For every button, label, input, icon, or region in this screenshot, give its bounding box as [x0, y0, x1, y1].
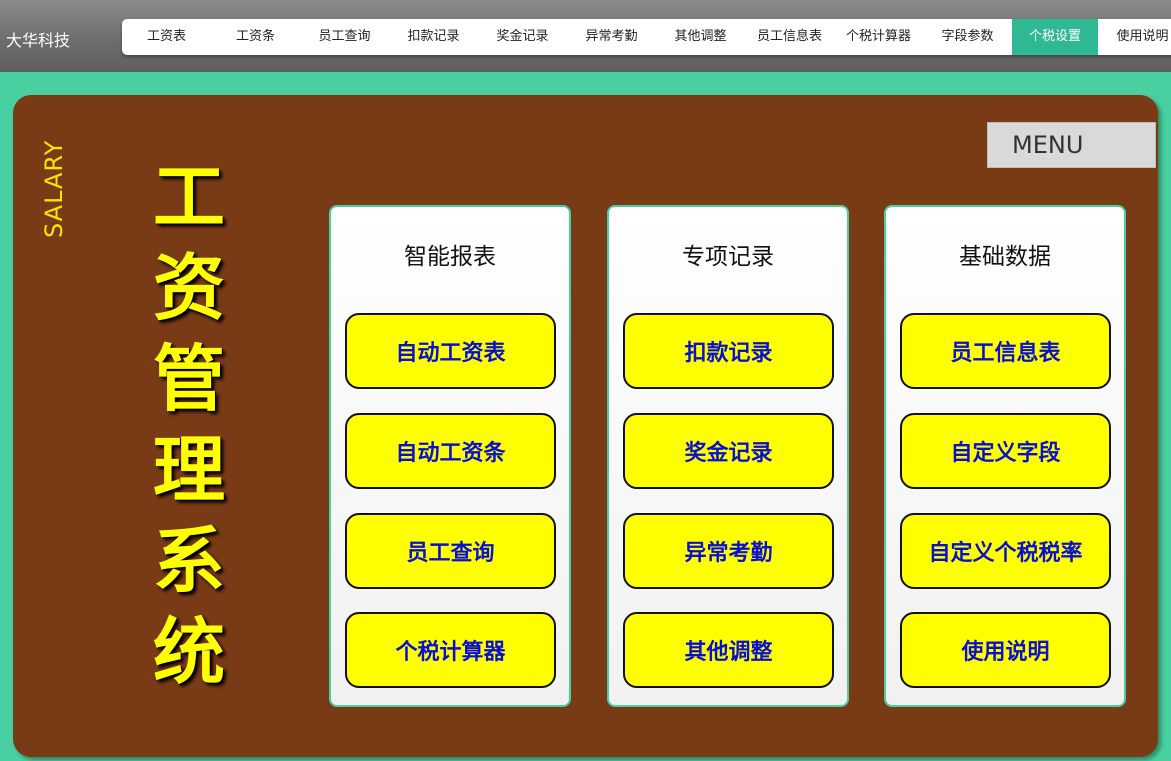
tab-employee-info[interactable]: 员工信息表 [745, 19, 834, 55]
column-title: 智能报表 [404, 244, 496, 270]
top-bar: 大华科技 工资表 工资条 员工查询 扣款记录 奖金记录 异常考勤 其他调整 员工… [0, 0, 1171, 72]
brand-name: 大华科技 [6, 31, 71, 50]
employee-info-button[interactable]: 员工信息表 [900, 313, 1111, 389]
title-char: 统 [152, 610, 225, 694]
employee-query-button[interactable]: 员工查询 [345, 513, 556, 589]
column-special-records: 专项记录 扣款记录 奖金记录 异常考勤 其他调整 [607, 205, 849, 707]
salary-label: SALARY [40, 139, 68, 238]
deduction-records-button[interactable]: 扣款记录 [623, 313, 834, 389]
column-smart-reports: 智能报表 自动工资表 自动工资条 员工查询 个税计算器 [329, 205, 571, 707]
title-char: 系 [152, 519, 225, 603]
instructions-button[interactable]: 使用说明 [900, 612, 1111, 688]
tab-field-parameters[interactable]: 字段参数 [923, 19, 1012, 55]
menu-button[interactable]: MENU [987, 122, 1156, 168]
tab-instructions[interactable]: 使用说明 [1098, 19, 1171, 55]
tab-other-adjustments[interactable]: 其他调整 [656, 19, 745, 55]
tab-deduction-records[interactable]: 扣款记录 [389, 19, 478, 55]
tax-calculator-button[interactable]: 个税计算器 [345, 612, 556, 688]
tab-tax-settings[interactable]: 个税设置 [1012, 19, 1098, 55]
system-title: 工 资 管 理 系 统 [146, 152, 232, 698]
column-basic-data: 基础数据 员工信息表 自定义字段 自定义个税税率 使用说明 [884, 205, 1126, 707]
tab-payslip[interactable]: 工资条 [211, 19, 300, 55]
column-title: 专项记录 [682, 244, 774, 270]
tab-salary-table[interactable]: 工资表 [122, 19, 211, 55]
tab-bonus-records[interactable]: 奖金记录 [478, 19, 567, 55]
column-title: 基础数据 [959, 244, 1051, 270]
other-adjustments-button[interactable]: 其他调整 [623, 612, 834, 688]
tab-tax-calculator[interactable]: 个税计算器 [834, 19, 923, 55]
bonus-records-button[interactable]: 奖金记录 [623, 413, 834, 489]
tab-employee-query[interactable]: 员工查询 [300, 19, 389, 55]
abnormal-attendance-button[interactable]: 异常考勤 [623, 513, 834, 589]
tab-abnormal-attendance[interactable]: 异常考勤 [567, 19, 656, 55]
auto-salary-table-button[interactable]: 自动工资表 [345, 313, 556, 389]
title-char: 资 [152, 246, 225, 330]
title-char: 工 [152, 155, 225, 239]
custom-tax-rate-button[interactable]: 自定义个税税率 [900, 513, 1111, 589]
custom-fields-button[interactable]: 自定义字段 [900, 413, 1111, 489]
title-char: 管 [152, 337, 225, 421]
title-char: 理 [152, 428, 225, 512]
nav-tabs: 工资表 工资条 员工查询 扣款记录 奖金记录 异常考勤 其他调整 员工信息表 个… [122, 19, 1171, 55]
auto-payslip-button[interactable]: 自动工资条 [345, 413, 556, 489]
